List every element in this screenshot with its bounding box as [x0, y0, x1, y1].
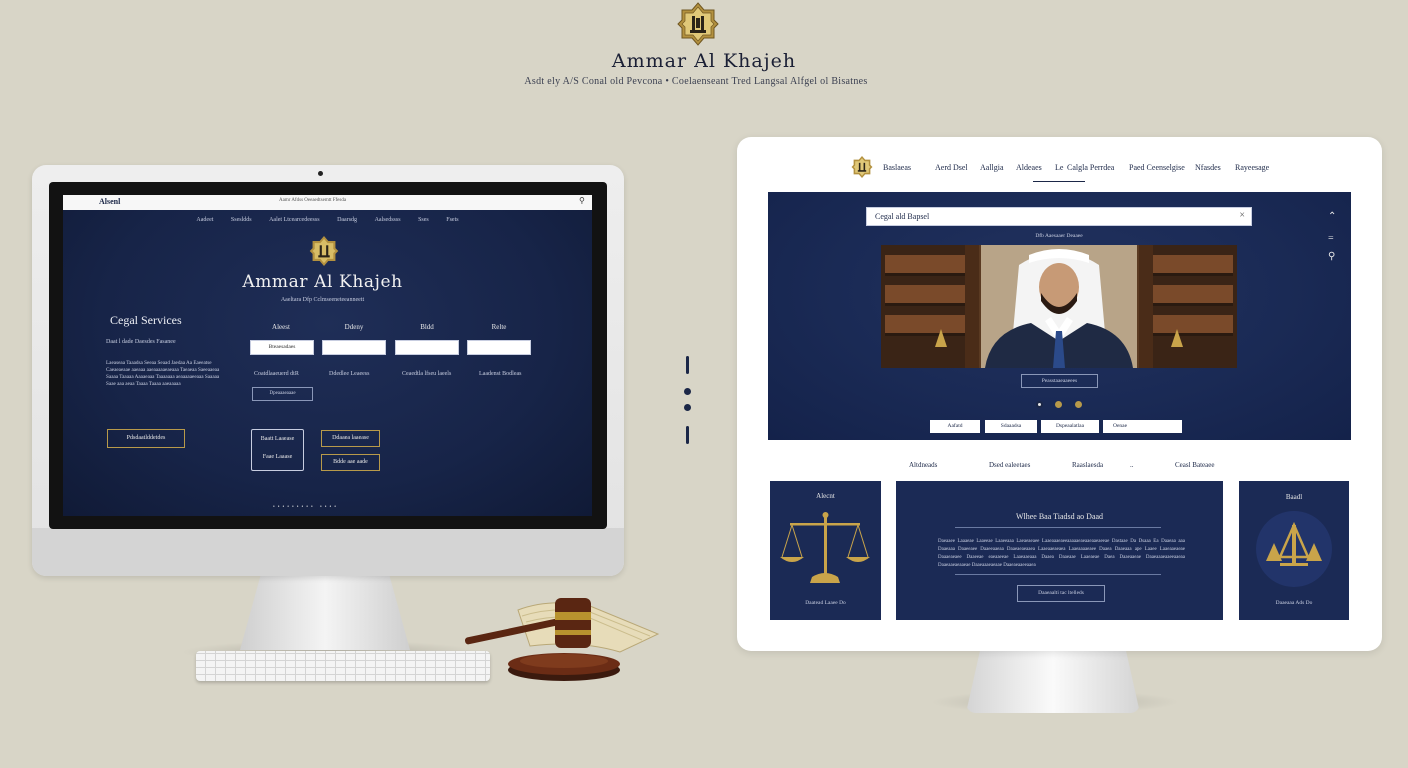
nav-item[interactable]: Aallgia [980, 163, 1004, 172]
card-title: Wlhee Baa Tiadsd ao Daad [1015, 512, 1104, 521]
nav-item[interactable]: Aalet Ltcearcedeesss [269, 217, 319, 223]
separator-dot [684, 404, 691, 411]
topbar-title: Alsenl [99, 197, 121, 206]
card-button[interactable]: Daaeaalti tac ltelleds [1017, 585, 1105, 602]
card-title: Baadl [1285, 493, 1303, 501]
gold-button[interactable]: Bdde aae aade [321, 454, 380, 471]
divider [955, 574, 1161, 575]
monitor-chin [32, 528, 624, 576]
column-header: Aleest [272, 323, 290, 331]
search-bar[interactable]: Cegal ald Bapsel × [866, 207, 1252, 226]
card-title: Alecnt [816, 492, 835, 500]
separator-dot [684, 388, 691, 395]
card-line: Baatt Laaease [260, 436, 295, 442]
info-card[interactable]: Baadl Daaeaaa Ads Do [1239, 481, 1349, 620]
card-caption: Daatead Laaee Do [805, 600, 846, 606]
nav-active-underline [1033, 181, 1085, 182]
brand-title: Ammar Al Khajeh [611, 50, 797, 72]
section-paragraph: Laeaseaa Taaadsa Seeaa Seaad Jaedaa Aa E… [106, 360, 220, 387]
hero-tab[interactable]: Dspeaalatlaa [1041, 420, 1099, 433]
card-caption: Daaeaaa Ads Do [1275, 600, 1313, 606]
nav-item[interactable]: Sses [418, 217, 429, 223]
search-icon[interactable]: ⚲ [579, 196, 585, 205]
hero-subtitle: Aaeltara Dfp Cclmseeneteeanneett [280, 297, 365, 303]
hero-tab[interactable]: Aafatd [930, 420, 980, 433]
form-input[interactable]: Bteaesadaes [250, 340, 314, 355]
section-label[interactable]: Dsed ealeetaes [989, 461, 1030, 469]
column-header: Ddeny [344, 323, 364, 331]
browser-topbar: Alsenl Aamr Afdss Oeeaedtsemtt Ffesda ⚲ [63, 195, 592, 210]
menu-icon[interactable]: = [1328, 233, 1334, 244]
section-label[interactable]: Ceasl Bateaee [1175, 461, 1214, 469]
search-icon[interactable]: ⚲ [1328, 251, 1335, 262]
carousel-dot-active[interactable] [1036, 401, 1043, 408]
nav-item[interactable]: Calgla Perrdea [1067, 163, 1114, 172]
nav-item[interactable]: Aerd Dsel [935, 163, 968, 172]
section-label: .. [1130, 461, 1134, 469]
nav-item[interactable]: Le [1055, 163, 1063, 172]
desktop-nav: Aadeet Ssesldds Aalet Ltcearcedeesss Daa… [63, 217, 592, 223]
section-label[interactable]: Raaslaesda [1072, 461, 1103, 469]
hero-caption: Dfb Aaesaaer Deaaee [1035, 233, 1083, 239]
camera-icon [318, 171, 323, 176]
gold-button[interactable]: Ddaaea laaease [321, 430, 380, 447]
nav-item[interactable]: Ssesldds [231, 217, 252, 223]
carousel-dots[interactable]: ••••••••• •••• [273, 505, 339, 510]
nav-item[interactable]: Aadeet [196, 217, 213, 223]
form-input[interactable] [467, 340, 531, 355]
keyboard [196, 651, 490, 681]
form-input[interactable] [322, 340, 386, 355]
close-icon[interactable]: × [1239, 210, 1245, 221]
separator-line [686, 426, 689, 444]
field-label: Ddedlee Leaeess [329, 371, 370, 377]
service-card[interactable]: Baatt Laaease Faae Laaase [251, 429, 304, 471]
nav-item[interactable]: Rayeesage [1235, 163, 1269, 172]
nav-item[interactable]: Fsets [446, 217, 458, 223]
separator-line [686, 356, 689, 374]
nav-item[interactable]: Baslaeas [883, 163, 911, 172]
scales-of-justice-icon [1256, 511, 1332, 587]
carousel-dot[interactable] [1055, 401, 1062, 408]
brand-subtitle: Asdt ely A/S Conal old Pevcona • Coelaen… [524, 76, 868, 87]
portrait-photo [881, 245, 1237, 368]
column-header: Bldd [420, 323, 434, 331]
nav-item[interactable]: Aalsedssss [375, 217, 401, 223]
brand-logo-icon [309, 236, 339, 266]
field-label: Laadenst Bodleas [479, 371, 522, 377]
hero-tab[interactable]: Sdaaadsa [985, 420, 1037, 433]
hero-tab[interactable]: Oenae [1103, 420, 1182, 433]
nav-item[interactable]: Aldeaes [1016, 163, 1042, 172]
info-card[interactable]: Alecnt Daatead Laaee Do [770, 481, 881, 620]
profile-button[interactable]: Peasstaaeaaeees [1021, 374, 1098, 388]
scales-of-justice-icon [780, 512, 870, 583]
card-line: Faae Laaase [262, 454, 293, 460]
topbar-text: Aamr Afdss Oeeaedtsemtt Ffesda [279, 198, 347, 203]
desktop-screen: Alsenl Aamr Afdss Oeeaedtsemtt Ffesda ⚲ … [63, 195, 592, 516]
section-title: Cegal Services [110, 313, 182, 327]
hero-title: Ammar Al Khajeh [242, 272, 403, 292]
nav-item[interactable]: Nfasdes [1195, 163, 1221, 172]
carousel-dot[interactable] [1075, 401, 1082, 408]
nav-item[interactable]: Paed Ceenselgise [1129, 163, 1185, 172]
section-label[interactable]: Altdneads [909, 461, 937, 469]
card-paragraph: Daeaaee Laaaeae Laaeeae Laaeeaaa Laeaeae… [938, 539, 1185, 568]
field-label: Coatdlaaeuerd dtR [254, 371, 299, 377]
chevron-up-icon[interactable]: ⌃ [1328, 211, 1336, 222]
gavel-icon [464, 598, 620, 681]
nav-item[interactable]: Daarsdg [337, 217, 357, 223]
search-input[interactable]: Cegal ald Bapsel [875, 212, 929, 221]
consult-button[interactable]: Pdsdaatlddetdes [107, 429, 185, 448]
section-subtitle: Daat l dade Daesdes Fasanee [106, 339, 176, 345]
brand-logo-icon[interactable] [851, 155, 873, 179]
monitor-stand [966, 651, 1140, 713]
monitor-stand [240, 576, 410, 650]
divider [955, 527, 1161, 528]
form-input[interactable] [395, 340, 459, 355]
field-label: Ceaedtla lfseu laeels [402, 371, 452, 377]
secondary-button[interactable]: Dpeaaaeaaae [252, 387, 313, 401]
brand-logo-icon [677, 2, 719, 46]
column-header: Relte [491, 323, 507, 331]
